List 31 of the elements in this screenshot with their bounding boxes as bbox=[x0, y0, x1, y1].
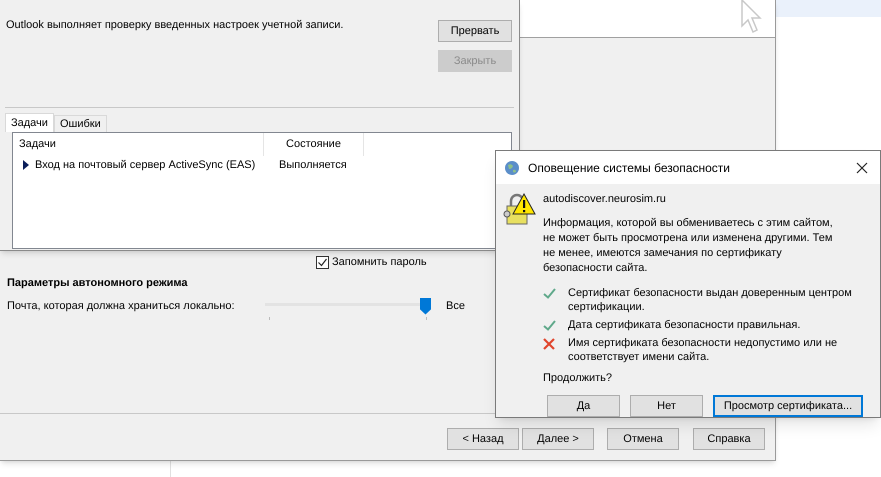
check-text: Дата сертификата безопасности правильная. bbox=[568, 318, 802, 332]
column-header[interactable]: Задачи bbox=[13, 133, 264, 156]
dialog-button[interactable]: Прервать bbox=[438, 20, 512, 42]
question-text: Продолжить? bbox=[543, 370, 614, 386]
dialog-button[interactable]: Далее > bbox=[522, 428, 594, 450]
remember-password-checkbox[interactable] bbox=[316, 256, 329, 269]
dialog-button[interactable]: < Назад bbox=[447, 428, 519, 450]
globe-icon bbox=[504, 160, 520, 176]
checkbox-label: Запомнить пароль bbox=[332, 255, 427, 270]
alert-message: Информация, которой вы обмениваетесь с этим сайтом, не может быть просмотрена или изменена другими. Тем не менее, имеются замечания по сертификату безопасности сайта. bbox=[543, 216, 833, 276]
table-cell-text: Вход на почтовый сервер ActiveSync (EAS) bbox=[35, 158, 256, 173]
tab[interactable]: Задачи bbox=[5, 113, 54, 132]
slider-thumb[interactable] bbox=[420, 298, 431, 314]
dialog-title: Оповещение системы безопасности bbox=[528, 160, 731, 176]
lock-warning-icon bbox=[502, 192, 536, 226]
table-cell-text: Выполняется bbox=[278, 158, 347, 173]
section-heading: Параметры автономного режима bbox=[7, 276, 189, 291]
dialog-button[interactable]: Да bbox=[547, 395, 620, 417]
dialog-button[interactable]: Отмена bbox=[607, 428, 679, 450]
slider-label: Почта, которая должна храниться локально: bbox=[7, 298, 236, 314]
dialog-button[interactable]: Справка bbox=[693, 428, 765, 450]
slider-value: Все bbox=[446, 298, 465, 314]
dialog-button[interactable]: Просмотр сертификата... bbox=[713, 395, 863, 417]
tab[interactable]: Ошибки bbox=[54, 115, 107, 132]
column-header[interactable]: Состояние bbox=[264, 133, 364, 156]
dialog-button[interactable]: Нет bbox=[630, 395, 703, 417]
site-host: autodiscover.neurosim.ru bbox=[543, 192, 667, 207]
close-icon[interactable] bbox=[856, 162, 868, 174]
status-message: Outlook выполняет проверку введенных настроек учетной записи. bbox=[6, 18, 344, 33]
check-text: Сертификат безопасности выдан доверенным центром сертификации. bbox=[568, 286, 853, 314]
check-text: Имя сертификата безопасности недопустимо или не соответствует имени сайта. bbox=[568, 336, 838, 364]
